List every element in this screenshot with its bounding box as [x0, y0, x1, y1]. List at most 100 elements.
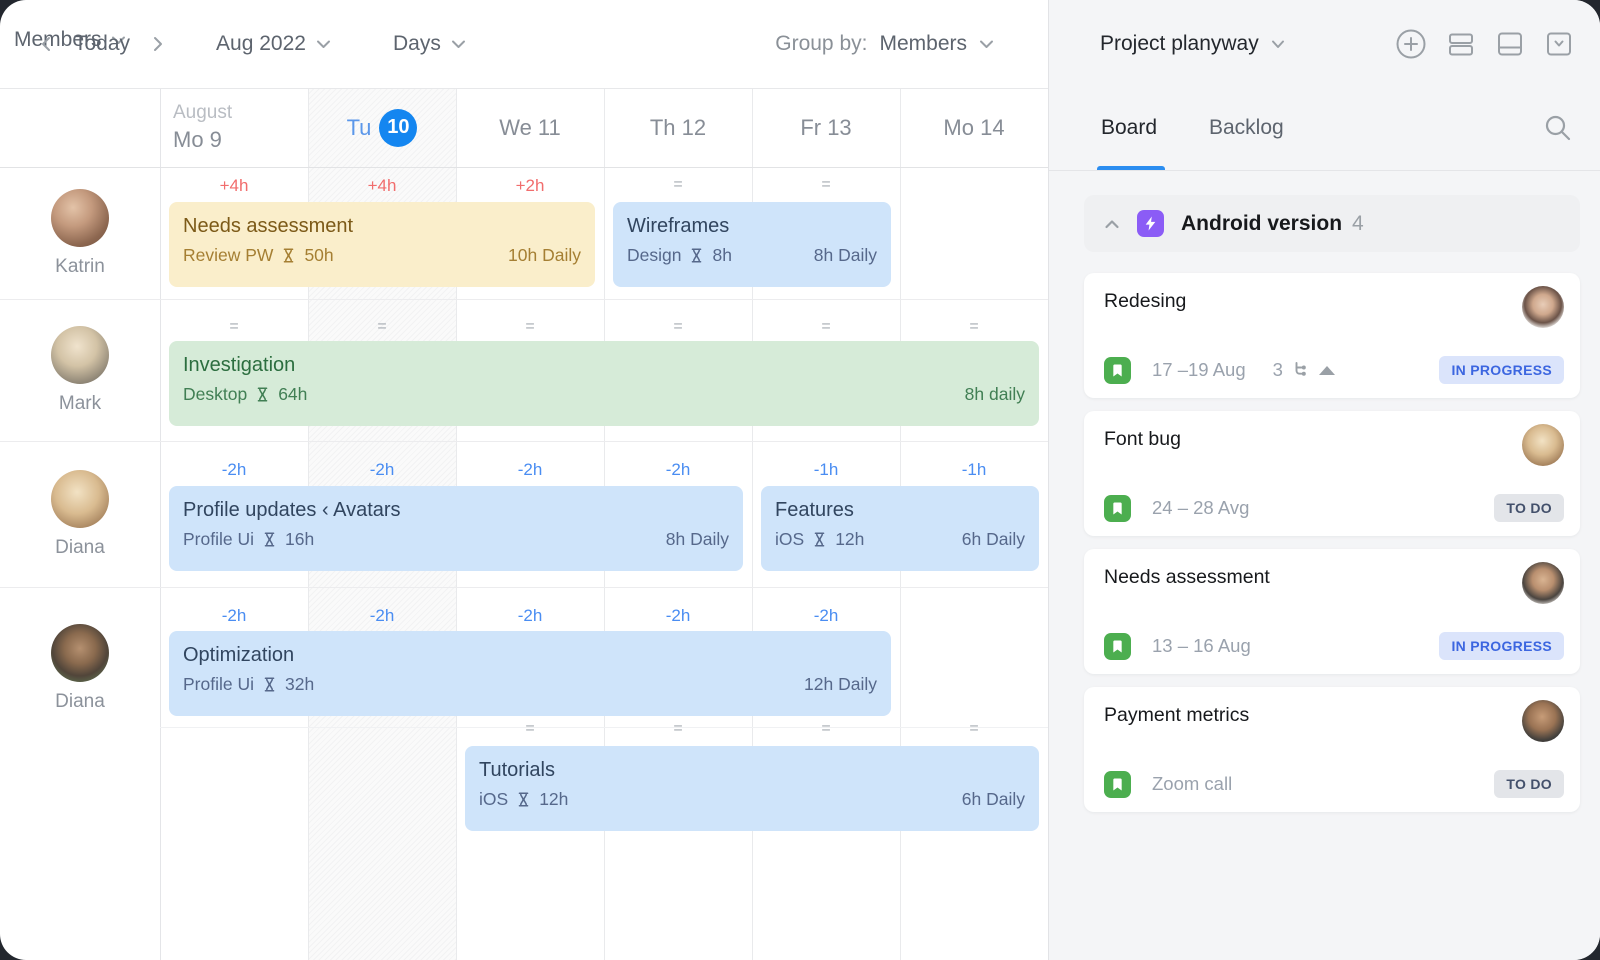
member-name: Diana: [55, 691, 105, 713]
task-estimate: 50h: [304, 245, 333, 266]
task-bar-tutorials[interactable]: Tutorials iOS 12h 6h Daily: [465, 746, 1039, 831]
workload-marker: =: [604, 318, 752, 336]
hourglass-icon: [517, 792, 530, 807]
workload-marker: =: [308, 318, 456, 336]
card-title: Font bug: [1104, 428, 1181, 451]
workload-marker: -2h: [308, 460, 456, 480]
task-label: Desktop: [183, 384, 247, 405]
task-label: iOS: [775, 529, 804, 550]
group-by-value[interactable]: Members: [879, 32, 967, 56]
card-dates: 24 – 28 Avg: [1152, 497, 1249, 519]
day-header-mo-14[interactable]: Mo 14: [900, 88, 1048, 167]
card-dates: 17 –19 Aug: [1152, 359, 1246, 381]
avatar: [51, 326, 109, 384]
task-bar-wireframes[interactable]: Wireframes Design 8h 8h Daily: [613, 202, 891, 287]
task-title: Tutorials: [479, 757, 1025, 783]
avatar: [51, 624, 109, 682]
add-task-button[interactable]: [1395, 28, 1427, 60]
group-by-label: Group by:: [775, 32, 867, 56]
day-header-we-11[interactable]: We 11: [456, 88, 604, 167]
workload-marker: -2h: [752, 606, 900, 626]
workload-marker: +4h: [160, 176, 308, 196]
lightning-icon: [1137, 210, 1164, 237]
workload-marker: -2h: [160, 606, 308, 626]
period-select[interactable]: Aug 2022: [216, 32, 331, 56]
search-icon[interactable]: [1542, 112, 1574, 144]
bottom-panel-button[interactable]: [1495, 29, 1525, 59]
hourglass-icon: [813, 532, 826, 547]
task-bar-optimization[interactable]: Optimization Profile Ui 32h 12h Daily: [169, 631, 891, 716]
workload-marker: =: [456, 318, 604, 336]
workload-marker: -2h: [456, 460, 604, 480]
task-label: iOS: [479, 789, 508, 810]
workload-marker: -1h: [752, 460, 900, 480]
task-bar-features[interactable]: Features iOS 12h 6h Daily: [761, 486, 1039, 571]
subtask-count: 3: [1273, 359, 1283, 381]
tab-backlog[interactable]: Backlog: [1209, 116, 1284, 140]
status-badge: IN PROGRESS: [1439, 356, 1564, 384]
avatar: [51, 189, 109, 247]
prev-period-button[interactable]: [34, 29, 58, 59]
task-daily: 8h daily: [965, 384, 1025, 405]
task-estimate: 8h: [712, 245, 731, 266]
hourglass-icon: [263, 532, 276, 547]
card-title: Payment metrics: [1104, 704, 1249, 727]
status-badge: TO DO: [1494, 770, 1564, 798]
today-button[interactable]: Today: [74, 32, 130, 56]
task-daily: 6h Daily: [962, 789, 1025, 810]
rows-layout-button[interactable]: [1446, 29, 1476, 59]
task-label: Profile Ui: [183, 674, 254, 695]
workload-marker: =: [456, 720, 604, 738]
workload-marker: -2h: [308, 606, 456, 626]
avatar: [1522, 562, 1564, 604]
day-header-fr-13[interactable]: Fr 13: [752, 88, 900, 167]
task-estimate: 12h: [835, 529, 864, 550]
avatar: [51, 470, 109, 528]
board-card-font-bug[interactable]: Font bug 24 – 28 Avg TO DO: [1084, 411, 1580, 536]
hourglass-icon: [690, 248, 703, 263]
card-title: Needs assessment: [1104, 566, 1270, 589]
task-estimate: 16h: [285, 529, 314, 550]
task-label: Design: [627, 245, 681, 266]
task-bar-investigation[interactable]: Investigation Desktop 64h 8h daily: [169, 341, 1039, 426]
task-bar-needs-assessment[interactable]: Needs assessment Review PW 50h 10h Daily: [169, 202, 595, 287]
project-selector[interactable]: Project planyway: [1100, 32, 1259, 56]
view-scale-value: Days: [393, 32, 441, 56]
board-card-payment-metrics[interactable]: Payment metrics Zoom call TO DO: [1084, 687, 1580, 812]
workload-marker: =: [752, 720, 900, 738]
workload-marker: -2h: [604, 606, 752, 626]
chevron-down-icon: [979, 39, 994, 49]
workload-marker: =: [752, 176, 900, 194]
chevron-up-icon: [1104, 219, 1120, 229]
task-daily: 8h Daily: [814, 245, 877, 266]
bookmark-icon: [1104, 495, 1131, 522]
board-card-redesing[interactable]: Redesing 17 –19 Aug 3 IN PROGRESS: [1084, 273, 1580, 398]
task-bar-profile-updates[interactable]: Profile updates ‹ Avatars Profile Ui 16h…: [169, 486, 743, 571]
avatar: [1522, 424, 1564, 466]
day-header-tu-10-today[interactable]: Tu 10: [308, 88, 456, 167]
task-title: Features: [775, 497, 1025, 523]
workload-marker: -1h: [900, 460, 1048, 480]
workload-marker: =: [604, 176, 752, 194]
task-label: Review PW: [183, 245, 273, 266]
workload-marker: -2h: [604, 460, 752, 480]
collapse-triangle-icon: [1319, 366, 1335, 375]
period-value: Aug 2022: [216, 32, 306, 56]
collapse-board-button[interactable]: [1544, 29, 1574, 59]
subtasks-toggle[interactable]: [1293, 362, 1335, 378]
view-scale-select[interactable]: Days: [393, 32, 466, 56]
day-label: Fr 13: [800, 115, 851, 141]
day-header-mo-9[interactable]: August Mo 9: [160, 88, 308, 167]
bookmark-icon: [1104, 633, 1131, 660]
status-badge: IN PROGRESS: [1439, 632, 1564, 660]
group-by-control: Group by: Members: [775, 32, 994, 56]
tab-board[interactable]: Board: [1101, 116, 1157, 140]
board-group-android-version[interactable]: Android version 4: [1084, 195, 1580, 252]
day-header-th-12[interactable]: Th 12: [604, 88, 752, 167]
next-period-button[interactable]: [146, 29, 170, 59]
task-daily: 12h Daily: [804, 674, 877, 695]
day-label: Mo 14: [943, 115, 1004, 141]
day-label: Th 12: [650, 115, 706, 141]
workload-marker: +2h: [456, 176, 604, 196]
board-card-needs-assessment[interactable]: Needs assessment 13 – 16 Aug IN PROGRESS: [1084, 549, 1580, 674]
